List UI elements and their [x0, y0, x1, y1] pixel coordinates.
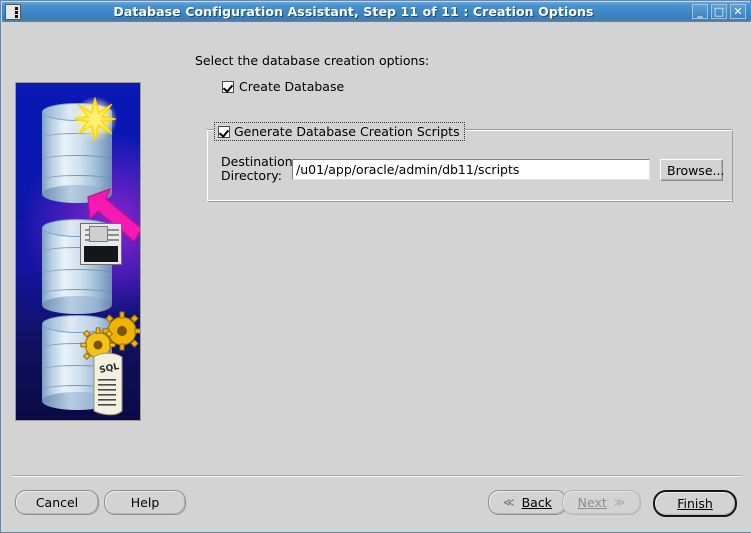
maximize-icon[interactable]: □ [711, 4, 727, 19]
floppy-disk-icon [80, 223, 122, 265]
sparkle-star-icon [73, 97, 117, 141]
create-database-label: Create Database [239, 79, 345, 94]
create-database-checkbox[interactable]: Create Database [222, 79, 344, 94]
page-prompt: Select the database creation options: [195, 53, 430, 68]
window-title: Database Configuration Assistant, Step 1… [113, 4, 594, 19]
minimize-icon[interactable]: _ [692, 4, 708, 19]
window-content: SQL Select the database creation options… [2, 22, 751, 532]
checkbox-check-icon[interactable] [222, 80, 234, 93]
next-button: Next ≫ [562, 490, 641, 515]
destination-label-line1: Destination [221, 154, 293, 169]
title-bar[interactable]: Database Configuration Assistant, Step 1… [2, 2, 751, 22]
browse-button[interactable]: Browse... [660, 159, 724, 181]
chevron-left-icon: ≪ [503, 496, 515, 509]
footer-separator [12, 475, 742, 477]
next-label: Next [577, 495, 607, 510]
sql-scroll-icon: SQL [88, 351, 124, 417]
help-button[interactable]: Help [104, 490, 186, 515]
destination-directory-input[interactable] [292, 159, 650, 180]
app-grid-icon [5, 3, 21, 20]
destination-label-line2: Directory: [221, 168, 282, 183]
help-label: Help [130, 495, 160, 510]
generate-scripts-checkbox[interactable]: Generate Database Creation Scripts [214, 122, 465, 141]
generate-scripts-label: Generate Database Creation Scripts [234, 124, 460, 139]
cancel-button[interactable]: Cancel [15, 490, 99, 515]
cancel-label: Cancel [35, 495, 79, 510]
chevron-right-icon: ≫ [613, 496, 626, 509]
window-controls: _ □ ✕ [692, 4, 746, 19]
back-label: Back [521, 495, 552, 510]
close-icon[interactable]: ✕ [730, 4, 746, 19]
destination-directory-label: Destination Directory: [221, 155, 293, 183]
finish-label: Finish [677, 496, 713, 511]
database-creation-graphic: SQL [15, 82, 141, 421]
checkbox-check-icon[interactable] [218, 125, 230, 138]
dbca-window: Database Configuration Assistant, Step 1… [0, 0, 751, 533]
finish-button[interactable]: Finish [653, 490, 737, 517]
back-button[interactable]: ≪ Back [488, 490, 567, 515]
